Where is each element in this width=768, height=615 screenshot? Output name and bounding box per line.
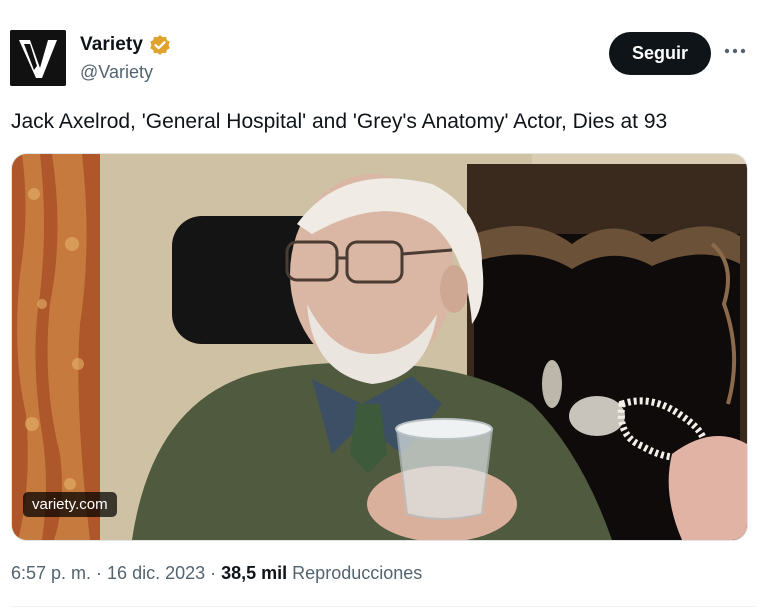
- verified-badge-icon: [149, 34, 171, 56]
- tweet-time[interactable]: 6:57 p. m.: [11, 563, 91, 583]
- tweet-date[interactable]: 16 dic. 2023: [107, 563, 205, 583]
- tweet-meta: 6:57 p. m. · 16 dic. 2023 · 38,5 mil Rep…: [11, 563, 422, 584]
- more-horizontal-icon[interactable]: [722, 36, 748, 66]
- avatar[interactable]: [10, 30, 66, 86]
- views-count: 38,5 mil: [221, 563, 288, 583]
- views-label: Reproducciones: [287, 563, 423, 583]
- meta-separator: ·: [91, 563, 108, 583]
- follow-button[interactable]: Seguir: [609, 32, 711, 75]
- meta-separator: ·: [205, 563, 222, 583]
- display-name[interactable]: Variety: [80, 34, 171, 56]
- display-name-text[interactable]: Variety: [80, 34, 143, 56]
- variety-logo-icon: [10, 30, 66, 86]
- tweet-text: Jack Axelrod, 'General Hospital' and 'Gr…: [11, 110, 668, 133]
- tweet-media-photo[interactable]: [11, 153, 748, 541]
- media-source-label[interactable]: variety.com: [23, 492, 117, 517]
- handle[interactable]: @Variety: [80, 62, 153, 83]
- divider: [11, 606, 756, 607]
